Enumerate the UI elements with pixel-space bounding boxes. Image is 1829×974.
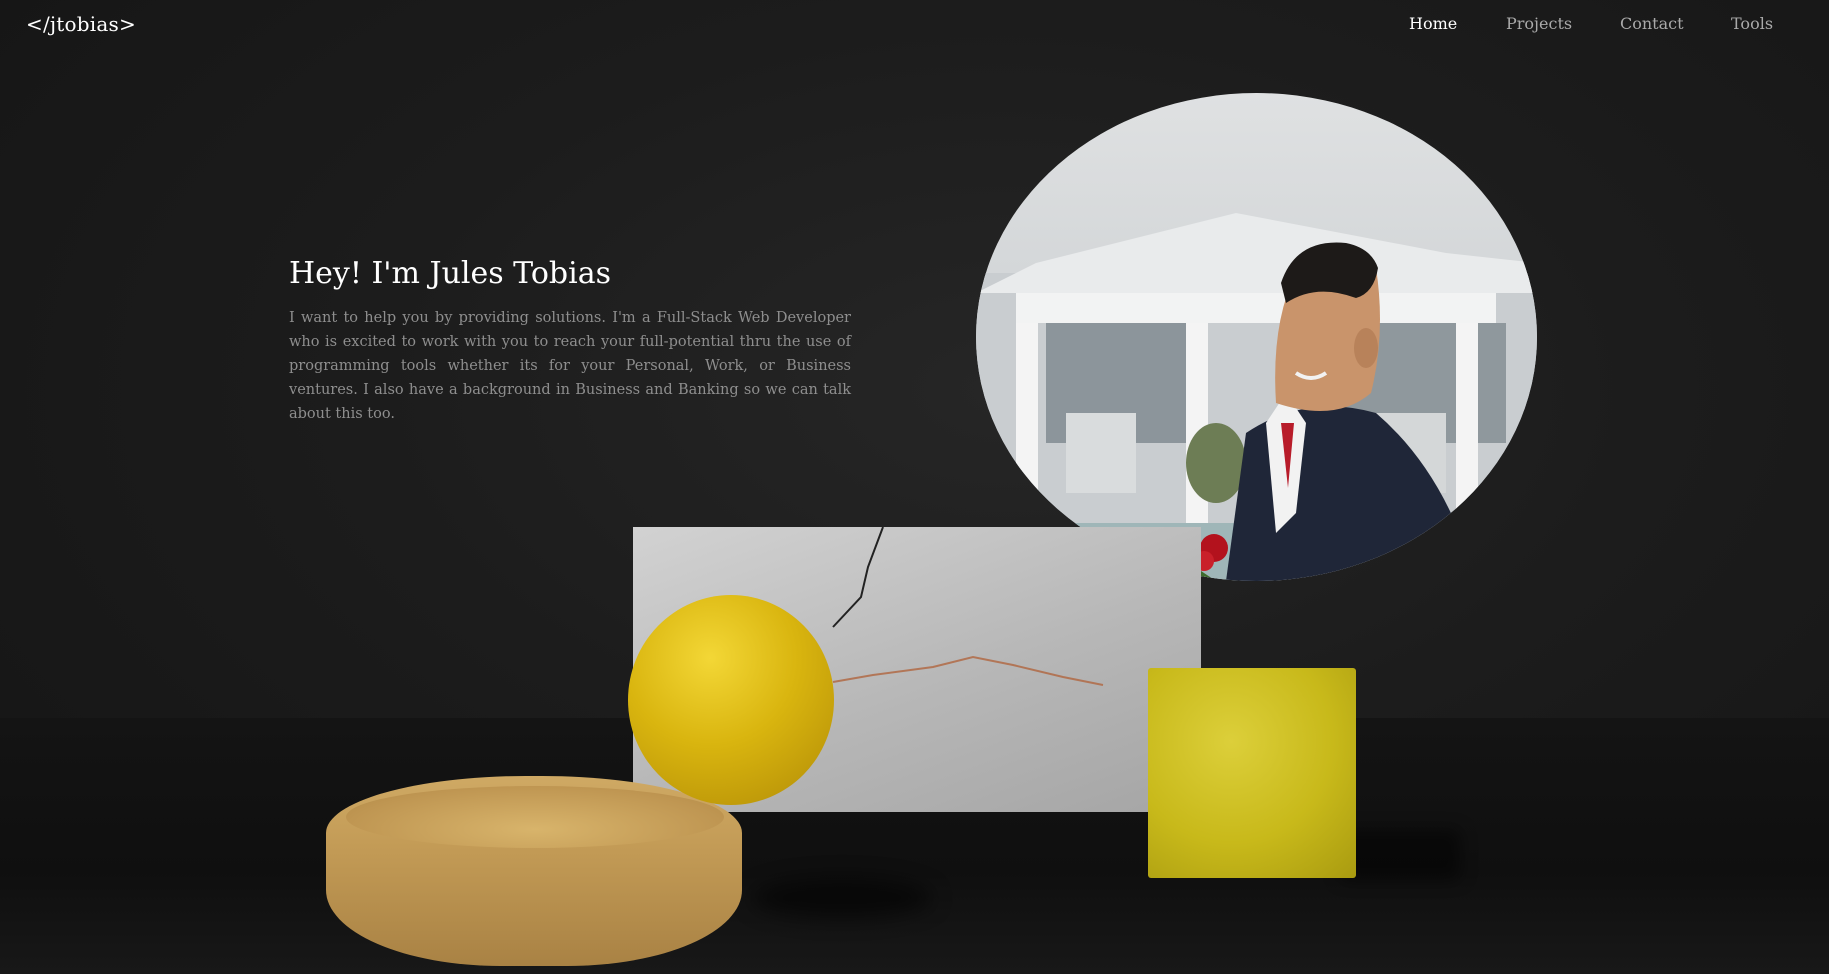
ochre-bowl-inner xyxy=(346,786,724,848)
profile-photo xyxy=(976,93,1537,581)
nav-tools[interactable]: Tools xyxy=(1731,14,1773,33)
hero-title: Hey! I'm Jules Tobias xyxy=(289,256,611,291)
nav-contact[interactable]: Contact xyxy=(1620,14,1684,33)
hero-description: I want to help you by providing solution… xyxy=(289,310,851,422)
site-logo[interactable]: </jtobias> xyxy=(26,12,136,36)
yellow-sphere xyxy=(628,595,834,805)
ball-shadow xyxy=(752,878,932,918)
nav-home[interactable]: Home xyxy=(1409,14,1457,33)
cube-shadow xyxy=(1340,830,1460,880)
yellow-cube xyxy=(1148,668,1356,878)
nav-projects[interactable]: Projects xyxy=(1506,14,1572,33)
